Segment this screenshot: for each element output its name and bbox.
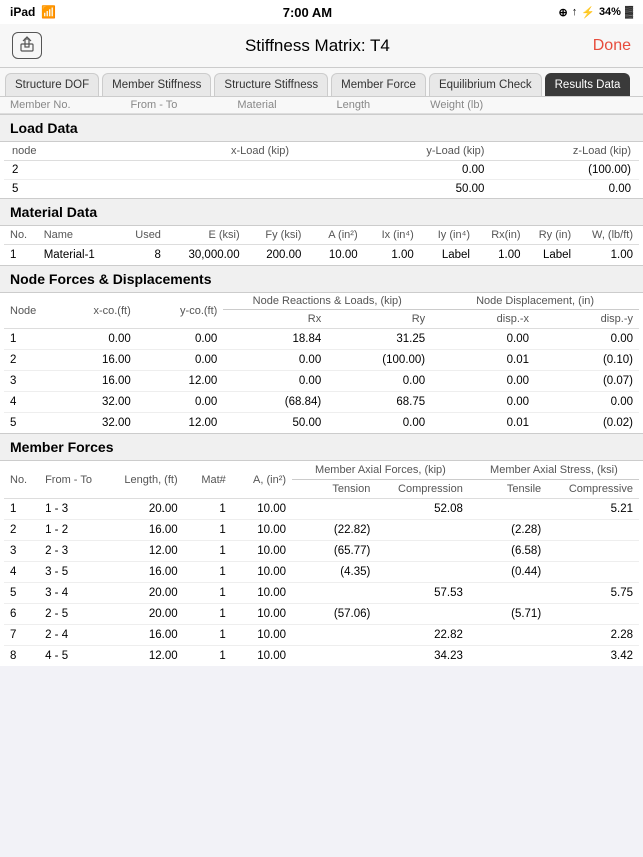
mat-col-w: W, (lb/ft): [577, 226, 639, 245]
load-zload-1: (100.00): [492, 161, 639, 180]
done-button[interactable]: Done: [593, 37, 631, 55]
arrow-icon: ↑: [572, 6, 578, 18]
member-row-3: 3 2 - 3 12.00 1 10.00 (65.77) (6.58): [4, 541, 639, 562]
status-bar: iPad 📶 7:00 AM ⊕ ↑ ⚡ 34% ▓: [0, 0, 643, 24]
nf-col-node: Node: [4, 293, 50, 329]
member-forces-section: Member Forces No. From - To Length, (ft)…: [0, 433, 643, 666]
mat-col-ix: Ix (in⁴): [364, 226, 420, 245]
mf-col-no: No.: [4, 461, 39, 499]
node-forces-title: Node Forces & Displacements: [0, 265, 643, 293]
battery-icon: ▓: [625, 6, 633, 18]
location-icon: ⊕: [559, 6, 568, 19]
tab-structure-dof[interactable]: Structure DOF: [5, 73, 99, 96]
mf-col-tension: Tension: [292, 480, 376, 499]
mat-col-e: E (ksi): [167, 226, 246, 245]
load-node-1: 2: [4, 161, 102, 180]
node-row-4: 4 32.00 0.00 (68.84) 68.75 0.00 0.00: [4, 392, 639, 413]
node-row-5: 5 32.00 12.00 50.00 0.00 0.01 (0.02): [4, 413, 639, 434]
mf-group-axial-stress: Member Axial Stress, (ksi): [469, 461, 639, 480]
bluetooth-icon: ⚡: [581, 6, 595, 19]
mat-col-fy: Fy (ksi): [246, 226, 308, 245]
tab-results-data[interactable]: Results Data: [545, 73, 631, 96]
tab-bar: Structure DOF Member Stiffness Structure…: [0, 68, 643, 97]
load-yload-2: 50.00: [297, 180, 492, 199]
status-time: 7:00 AM: [283, 5, 332, 20]
partial-header-row: Member No. From - To Material Length Wei…: [0, 97, 643, 114]
status-right: ⊕ ↑ ⚡ 34% ▓: [559, 6, 633, 19]
mat-col-iy: Iy (in⁴): [420, 226, 476, 245]
mat-col-no: No.: [4, 226, 38, 245]
mf-col-compression: Compression: [376, 480, 469, 499]
share-button[interactable]: [12, 32, 42, 59]
node-row-2: 2 16.00 0.00 0.00 (100.00) 0.01 (0.10): [4, 350, 639, 371]
tab-member-force[interactable]: Member Force: [331, 73, 426, 96]
mf-col-compressive: Compressive: [547, 480, 639, 499]
mf-col-a: A, (in²): [232, 461, 292, 499]
nf-col-x: x-co.(ft): [50, 293, 137, 329]
nf-col-rx: Rx: [223, 310, 327, 329]
mf-col-from-to: From - To: [39, 461, 105, 499]
tab-member-stiffness[interactable]: Member Stiffness: [102, 73, 211, 96]
col-xload: x-Load (kip): [102, 142, 297, 161]
node-forces-table: Node x-co.(ft) y-co.(ft) Node Reactions …: [4, 293, 639, 433]
member-row-2: 2 1 - 2 16.00 1 10.00 (22.82) (2.28): [4, 520, 639, 541]
mf-col-mat: Mat#: [184, 461, 232, 499]
material-data-title: Material Data: [0, 198, 643, 226]
member-row-4: 4 3 - 5 16.00 1 10.00 (4.35) (0.44): [4, 562, 639, 583]
nf-col-dy: disp.-y: [535, 310, 639, 329]
mat-col-name: Name: [38, 226, 122, 245]
load-xload-1: [102, 161, 297, 180]
load-zload-2: 0.00: [492, 180, 639, 199]
load-yload-1: 0.00: [297, 161, 492, 180]
mat-col-used: Used: [122, 226, 167, 245]
tab-structure-stiffness[interactable]: Structure Stiffness: [214, 73, 328, 96]
mf-group-axial-forces: Member Axial Forces, (kip): [292, 461, 469, 480]
material-data-section: Material Data No. Name Used E (ksi) Fy (…: [0, 198, 643, 265]
mf-col-length: Length, (ft): [105, 461, 183, 499]
nf-group-reactions: Node Reactions & Loads, (kip): [223, 293, 431, 310]
nf-col-dx: disp.-x: [431, 310, 535, 329]
member-forces-title: Member Forces: [0, 433, 643, 461]
mf-col-tensile: Tensile: [469, 480, 547, 499]
nf-col-y: y-co.(ft): [137, 293, 224, 329]
mat-col-a: A (in²): [307, 226, 363, 245]
material-data-table: No. Name Used E (ksi) Fy (ksi) A (in²) I…: [4, 226, 639, 265]
header-title: Stiffness Matrix: T4: [245, 36, 390, 56]
member-forces-table: No. From - To Length, (ft) Mat# A, (in²)…: [4, 461, 639, 666]
header: Stiffness Matrix: T4 Done: [0, 24, 643, 68]
member-row-7: 7 2 - 4 16.00 1 10.00 22.82 2.28: [4, 625, 639, 646]
material-row-1: 1 Material-1 8 30,000.00 200.00 10.00 1.…: [4, 245, 639, 266]
nf-group-displacement: Node Displacement, (in): [431, 293, 639, 310]
load-xload-2: [102, 180, 297, 199]
load-data-table: node x-Load (kip) y-Load (kip) z-Load (k…: [4, 142, 639, 198]
load-data-section: Load Data node x-Load (kip) y-Load (kip)…: [0, 114, 643, 198]
main-content: Member No. From - To Material Length Wei…: [0, 97, 643, 666]
load-data-title: Load Data: [0, 114, 643, 142]
col-node: node: [4, 142, 102, 161]
node-row-3: 3 16.00 12.00 0.00 0.00 0.00 (0.07): [4, 371, 639, 392]
tab-equilibrium-check[interactable]: Equilibrium Check: [429, 73, 542, 96]
battery-level: 34%: [599, 6, 621, 18]
nf-col-ry: Ry: [327, 310, 431, 329]
node-forces-section: Node Forces & Displacements Node x-co.(f…: [0, 265, 643, 433]
ipad-label: iPad: [10, 5, 35, 19]
member-row-5: 5 3 - 4 20.00 1 10.00 57.53 5.75: [4, 583, 639, 604]
wifi-icon: 📶: [41, 5, 56, 19]
mat-col-rx: Rx(in): [476, 226, 527, 245]
load-row-2: 5 50.00 0.00: [4, 180, 639, 199]
member-row-8: 8 4 - 5 12.00 1 10.00 34.23 3.42: [4, 646, 639, 667]
node-row-1: 1 0.00 0.00 18.84 31.25 0.00 0.00: [4, 329, 639, 350]
load-node-2: 5: [4, 180, 102, 199]
mat-col-ry: Ry (in): [527, 226, 578, 245]
member-row-6: 6 2 - 5 20.00 1 10.00 (57.06) (5.71): [4, 604, 639, 625]
load-row-1: 2 0.00 (100.00): [4, 161, 639, 180]
member-row-1: 1 1 - 3 20.00 1 10.00 52.08 5.21: [4, 499, 639, 520]
col-zload: z-Load (kip): [492, 142, 639, 161]
col-yload: y-Load (kip): [297, 142, 492, 161]
status-left: iPad 📶: [10, 5, 56, 19]
